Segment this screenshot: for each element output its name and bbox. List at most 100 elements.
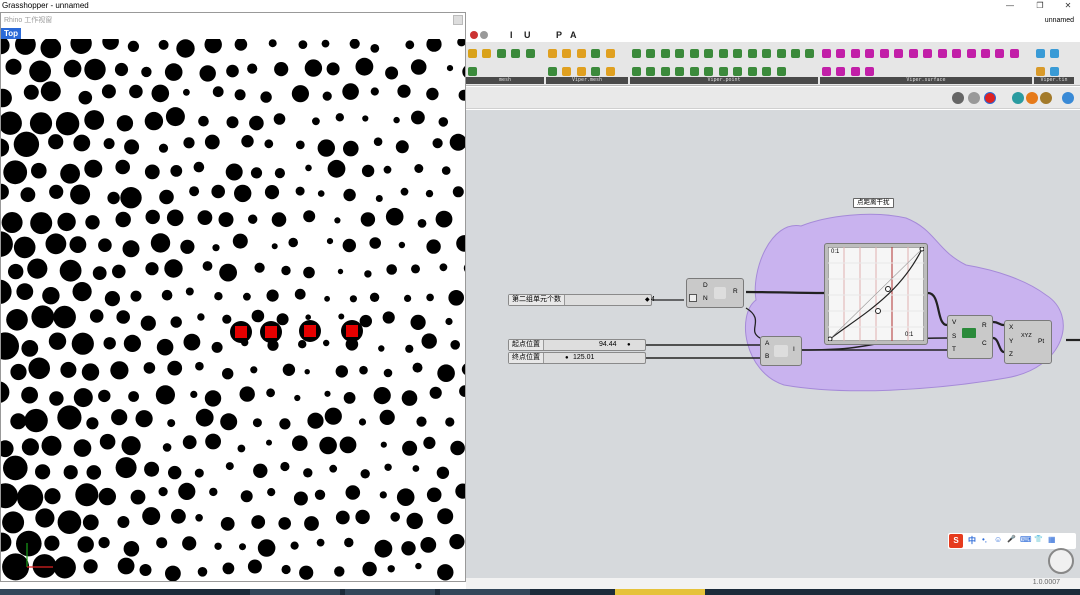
viper-point-icon[interactable] — [718, 67, 728, 76]
viper-point-icon[interactable] — [646, 67, 656, 76]
viper-point-icon[interactable] — [632, 67, 641, 76]
viper-point-icon[interactable] — [762, 49, 772, 58]
menu-item-p[interactable]: P — [556, 30, 562, 40]
ime-skin-icon[interactable]: 👕 — [1034, 535, 1043, 543]
viper-tin-icon[interactable] — [1036, 49, 1045, 58]
viper-tin-icon[interactable] — [1036, 67, 1045, 76]
taskbar-item-active[interactable] — [615, 589, 705, 595]
viper-surface-icon[interactable] — [822, 67, 831, 76]
viper-surface-icon[interactable] — [937, 49, 947, 58]
taskbar-item[interactable] — [440, 589, 530, 595]
viper-point-icon[interactable] — [704, 67, 714, 76]
mesh-tool-icon[interactable] — [468, 49, 477, 58]
slider-count[interactable]: 第二组单元个数 ◆ 4 — [508, 294, 655, 306]
viper-mesh-icon[interactable] — [548, 67, 557, 76]
display-mode-icon[interactable] — [1012, 92, 1024, 104]
viper-mesh-icon[interactable] — [591, 67, 601, 76]
group-label[interactable]: 点距离干扰 — [853, 198, 894, 208]
ime-menu-icon[interactable]: ▦ — [1048, 535, 1056, 544]
highlight-point[interactable] — [235, 326, 247, 338]
viper-point-icon[interactable] — [747, 67, 757, 76]
port-r[interactable]: R — [982, 322, 987, 329]
port-pt[interactable]: Pt — [1038, 338, 1044, 345]
viper-surface-icon[interactable] — [908, 49, 918, 58]
viper-tin-icon[interactable] — [1050, 49, 1060, 58]
ime-punct-icon[interactable]: •, — [982, 535, 987, 544]
viper-surface-icon[interactable] — [966, 49, 976, 58]
slider-start[interactable]: 起点位置 94.44 ● — [508, 339, 646, 351]
port-y[interactable]: Y — [1009, 338, 1013, 345]
viewport-maximize-icon[interactable] — [453, 15, 463, 25]
mesh-tool-icon[interactable] — [525, 49, 535, 58]
viper-point-icon[interactable] — [805, 49, 815, 58]
viper-surface-icon[interactable] — [980, 49, 990, 58]
viper-point-icon[interactable] — [689, 49, 699, 58]
color-icon[interactable] — [1026, 92, 1038, 104]
viper-surface-icon[interactable] — [836, 49, 846, 58]
port-b[interactable]: B — [765, 353, 769, 360]
graph-mapper-component[interactable]: 0:1 0:1 — [824, 243, 928, 345]
viper-point-icon[interactable] — [704, 49, 714, 58]
record-icon[interactable] — [470, 31, 478, 39]
viper-surface-icon[interactable] — [865, 67, 875, 76]
taskbar-item[interactable] — [0, 589, 80, 595]
port-r[interactable]: R — [733, 288, 738, 295]
mesh-tool-icon[interactable] — [511, 49, 521, 58]
settings-icon[interactable] — [480, 31, 488, 39]
viper-surface-icon[interactable] — [879, 49, 889, 58]
viper-point-icon[interactable] — [675, 49, 685, 58]
menu-item-i[interactable]: I — [510, 30, 513, 40]
divide-component[interactable]: A B I — [760, 336, 802, 366]
viper-mesh-icon[interactable] — [591, 49, 601, 58]
close-icon[interactable]: ✕ — [1058, 0, 1078, 12]
viper-point-icon[interactable] — [660, 49, 670, 58]
viper-point-icon[interactable] — [632, 49, 641, 58]
ime-keyboard-icon[interactable]: ⌨ — [1020, 535, 1032, 544]
highlight-point[interactable] — [304, 325, 316, 337]
viper-surface-icon[interactable] — [850, 67, 860, 76]
port-d[interactable]: D — [703, 282, 708, 289]
port-n[interactable]: N — [703, 295, 708, 302]
viper-point-icon[interactable] — [689, 67, 699, 76]
viper-mesh-icon[interactable] — [562, 49, 572, 58]
mesh-tool-icon[interactable] — [496, 49, 506, 58]
viewport-scene[interactable] — [1, 39, 465, 581]
highlight-point[interactable] — [265, 326, 277, 338]
wireframe-icon[interactable] — [968, 92, 980, 104]
slider-start-grip-icon[interactable]: ● — [627, 340, 631, 350]
viper-point-icon[interactable] — [776, 67, 786, 76]
highlight-point[interactable] — [346, 325, 358, 337]
viper-surface-icon[interactable] — [894, 49, 904, 58]
viper-point-icon[interactable] — [790, 49, 800, 58]
viper-point-icon[interactable] — [675, 67, 685, 76]
rhino-viewport[interactable]: Rhino 工作视窗 Top — [0, 12, 466, 582]
minimize-icon[interactable]: — — [1000, 0, 1020, 12]
mesh-tool-icon[interactable] — [468, 67, 477, 76]
port-s[interactable]: S — [952, 333, 956, 340]
viper-surface-icon[interactable] — [836, 67, 846, 76]
menu-item-a[interactable]: A — [570, 30, 577, 40]
viper-mesh-icon[interactable] — [548, 49, 557, 58]
taskbar-item[interactable] — [345, 589, 435, 595]
viper-mesh-icon[interactable] — [576, 49, 586, 58]
ime-emoji-icon[interactable]: ☺ — [994, 535, 1002, 544]
viper-point-icon[interactable] — [646, 49, 656, 58]
graph-mapper-plot[interactable] — [828, 247, 924, 341]
viper-surface-icon[interactable] — [1009, 49, 1019, 58]
ime-lang-button[interactable]: 中 — [968, 535, 976, 546]
viper-point-icon[interactable] — [747, 49, 757, 58]
slider-count-grip-icon[interactable]: ◆ — [645, 295, 650, 305]
ime-voice-icon[interactable]: 🎤 — [1007, 535, 1016, 543]
menu-item-u[interactable]: U — [524, 30, 531, 40]
port-i[interactable]: I — [793, 346, 795, 353]
viper-mesh-icon[interactable] — [605, 67, 615, 76]
viper-mesh-icon[interactable] — [576, 67, 586, 76]
viper-point-icon[interactable] — [776, 49, 786, 58]
grasshopper-canvas[interactable]: 点距离干扰 第二组单元个数 ◆ 4 起点位置 94.44 ● 终点位置 ● 12… — [466, 110, 1080, 578]
construct-point-component[interactable]: X Y Z XYZ Pt — [1004, 320, 1052, 364]
port-v[interactable]: V — [952, 319, 956, 326]
viper-surface-icon[interactable] — [865, 49, 875, 58]
port-t[interactable]: T — [952, 346, 956, 353]
viper-tin-icon[interactable] — [1050, 67, 1060, 76]
maximize-icon[interactable]: ❐ — [1030, 0, 1050, 12]
